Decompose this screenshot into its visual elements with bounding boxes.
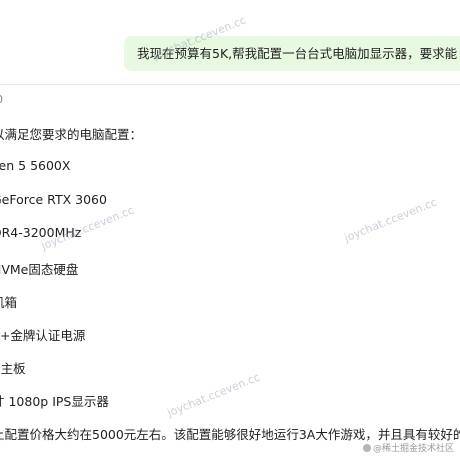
response-line: 以满足您要求的电脑配置：	[0, 127, 143, 142]
response-line: 寸 1080p IPS显示器	[0, 394, 109, 409]
response-line: DR4-3200MHz	[0, 225, 82, 240]
chat-view: 我现在预算有5K,帮我配置一台台式电脑加显示器，要求能 0 以满足您要求的电脑配…	[0, 0, 460, 460]
juejin-logo-icon	[362, 444, 371, 452]
source-credit: @稀土掘金技术社区	[362, 441, 454, 454]
message-divider	[0, 84, 460, 85]
response-line: zen 5 5600X	[0, 158, 71, 173]
watermark: joychat.cceven.cc	[342, 195, 439, 245]
response-line: GeForce RTX 3060	[0, 192, 107, 207]
response-line: 机箱	[0, 295, 18, 310]
watermark: joychat.cceven.cc	[165, 370, 262, 420]
response-line: X主板	[0, 361, 26, 376]
user-message-text: 我现在预算有5K,帮我配置一台台式电脑加显示器，要求能	[137, 46, 458, 61]
user-message-bubble: 我现在预算有5K,帮我配置一台台式电脑加显示器，要求能	[124, 36, 460, 71]
response-line: 0+金牌认证电源	[0, 328, 86, 343]
credit-text: @稀土掘金技术社区	[372, 444, 454, 454]
response-line: NVMe固态硬盘	[0, 262, 79, 277]
assistant-label-fragment: 0	[0, 93, 3, 106]
